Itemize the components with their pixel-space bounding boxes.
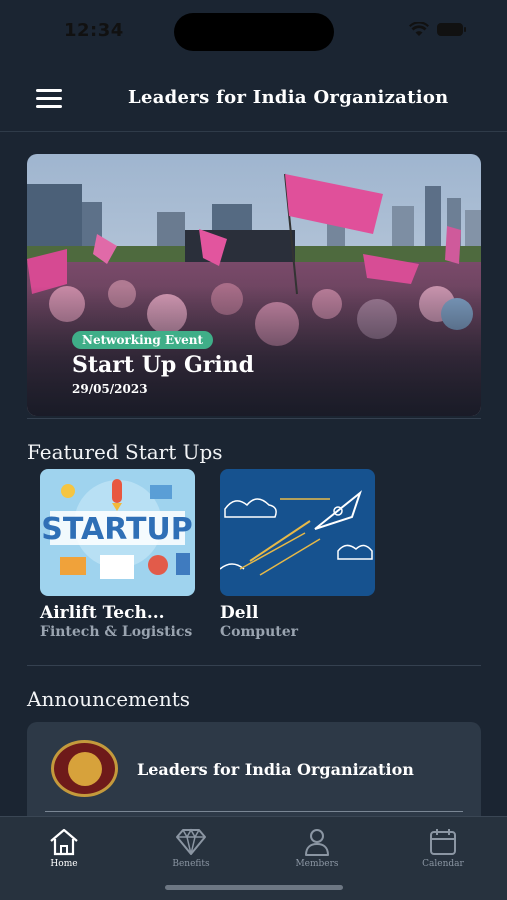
event-type-badge: Networking Event: [72, 331, 213, 349]
startup-card[interactable]: STARTUP Airlift Tech... Fintech & Logist…: [40, 469, 196, 640]
app-header: Leaders for India Organization: [0, 70, 507, 132]
wifi-icon: [409, 22, 429, 36]
calendar-icon: [430, 829, 456, 855]
tab-label: Home: [50, 859, 78, 869]
status-time: 12:34: [64, 20, 124, 41]
battery-icon: [437, 23, 466, 36]
divider: [27, 418, 481, 419]
startup-thumbnail: STARTUP: [40, 469, 195, 596]
hero-overlay: [27, 286, 481, 416]
startup-name: Dell: [220, 603, 259, 623]
status-bar: 12:34: [0, 0, 507, 60]
page-title: Leaders for India Organization: [128, 87, 449, 108]
event-title: Start Up Grind: [72, 352, 255, 378]
tab-label: Benefits: [172, 859, 210, 869]
tab-label: Members: [295, 859, 339, 869]
home-indicator: [165, 885, 343, 890]
announcements-heading: Announcements: [27, 687, 191, 711]
startup-name: Airlift Tech...: [40, 603, 165, 623]
startup-category: Fintech & Logistics: [40, 624, 193, 640]
menu-icon[interactable]: [36, 88, 64, 110]
divider: [45, 811, 463, 812]
startup-thumbnail: [220, 469, 375, 596]
lion-emblem-icon: [67, 751, 102, 786]
tab-calendar[interactable]: Calendar: [403, 827, 483, 869]
featured-startups-heading: Featured Start Ups: [27, 440, 223, 464]
tab-benefits[interactable]: Benefits: [151, 827, 231, 869]
status-icons: [409, 22, 466, 37]
announcement-author: Leaders for India Organization: [137, 760, 414, 779]
divider: [27, 665, 481, 666]
tab-label: Calendar: [422, 859, 464, 869]
event-date: 29/05/2023: [72, 382, 148, 396]
startup-category: Computer: [220, 624, 299, 640]
tab-members[interactable]: Members: [277, 827, 357, 869]
diamond-icon: [176, 828, 206, 855]
person-icon: [305, 829, 329, 856]
featured-event-card[interactable]: Networking Event Start Up Grind 29/05/20…: [27, 154, 481, 416]
tab-home[interactable]: Home: [24, 827, 104, 869]
dynamic-island: [174, 13, 334, 51]
startup-image-text: STARTUP: [41, 512, 193, 547]
startup-card[interactable]: Dell Computer: [220, 469, 376, 640]
home-icon: [50, 828, 78, 856]
organization-logo: [51, 740, 118, 797]
